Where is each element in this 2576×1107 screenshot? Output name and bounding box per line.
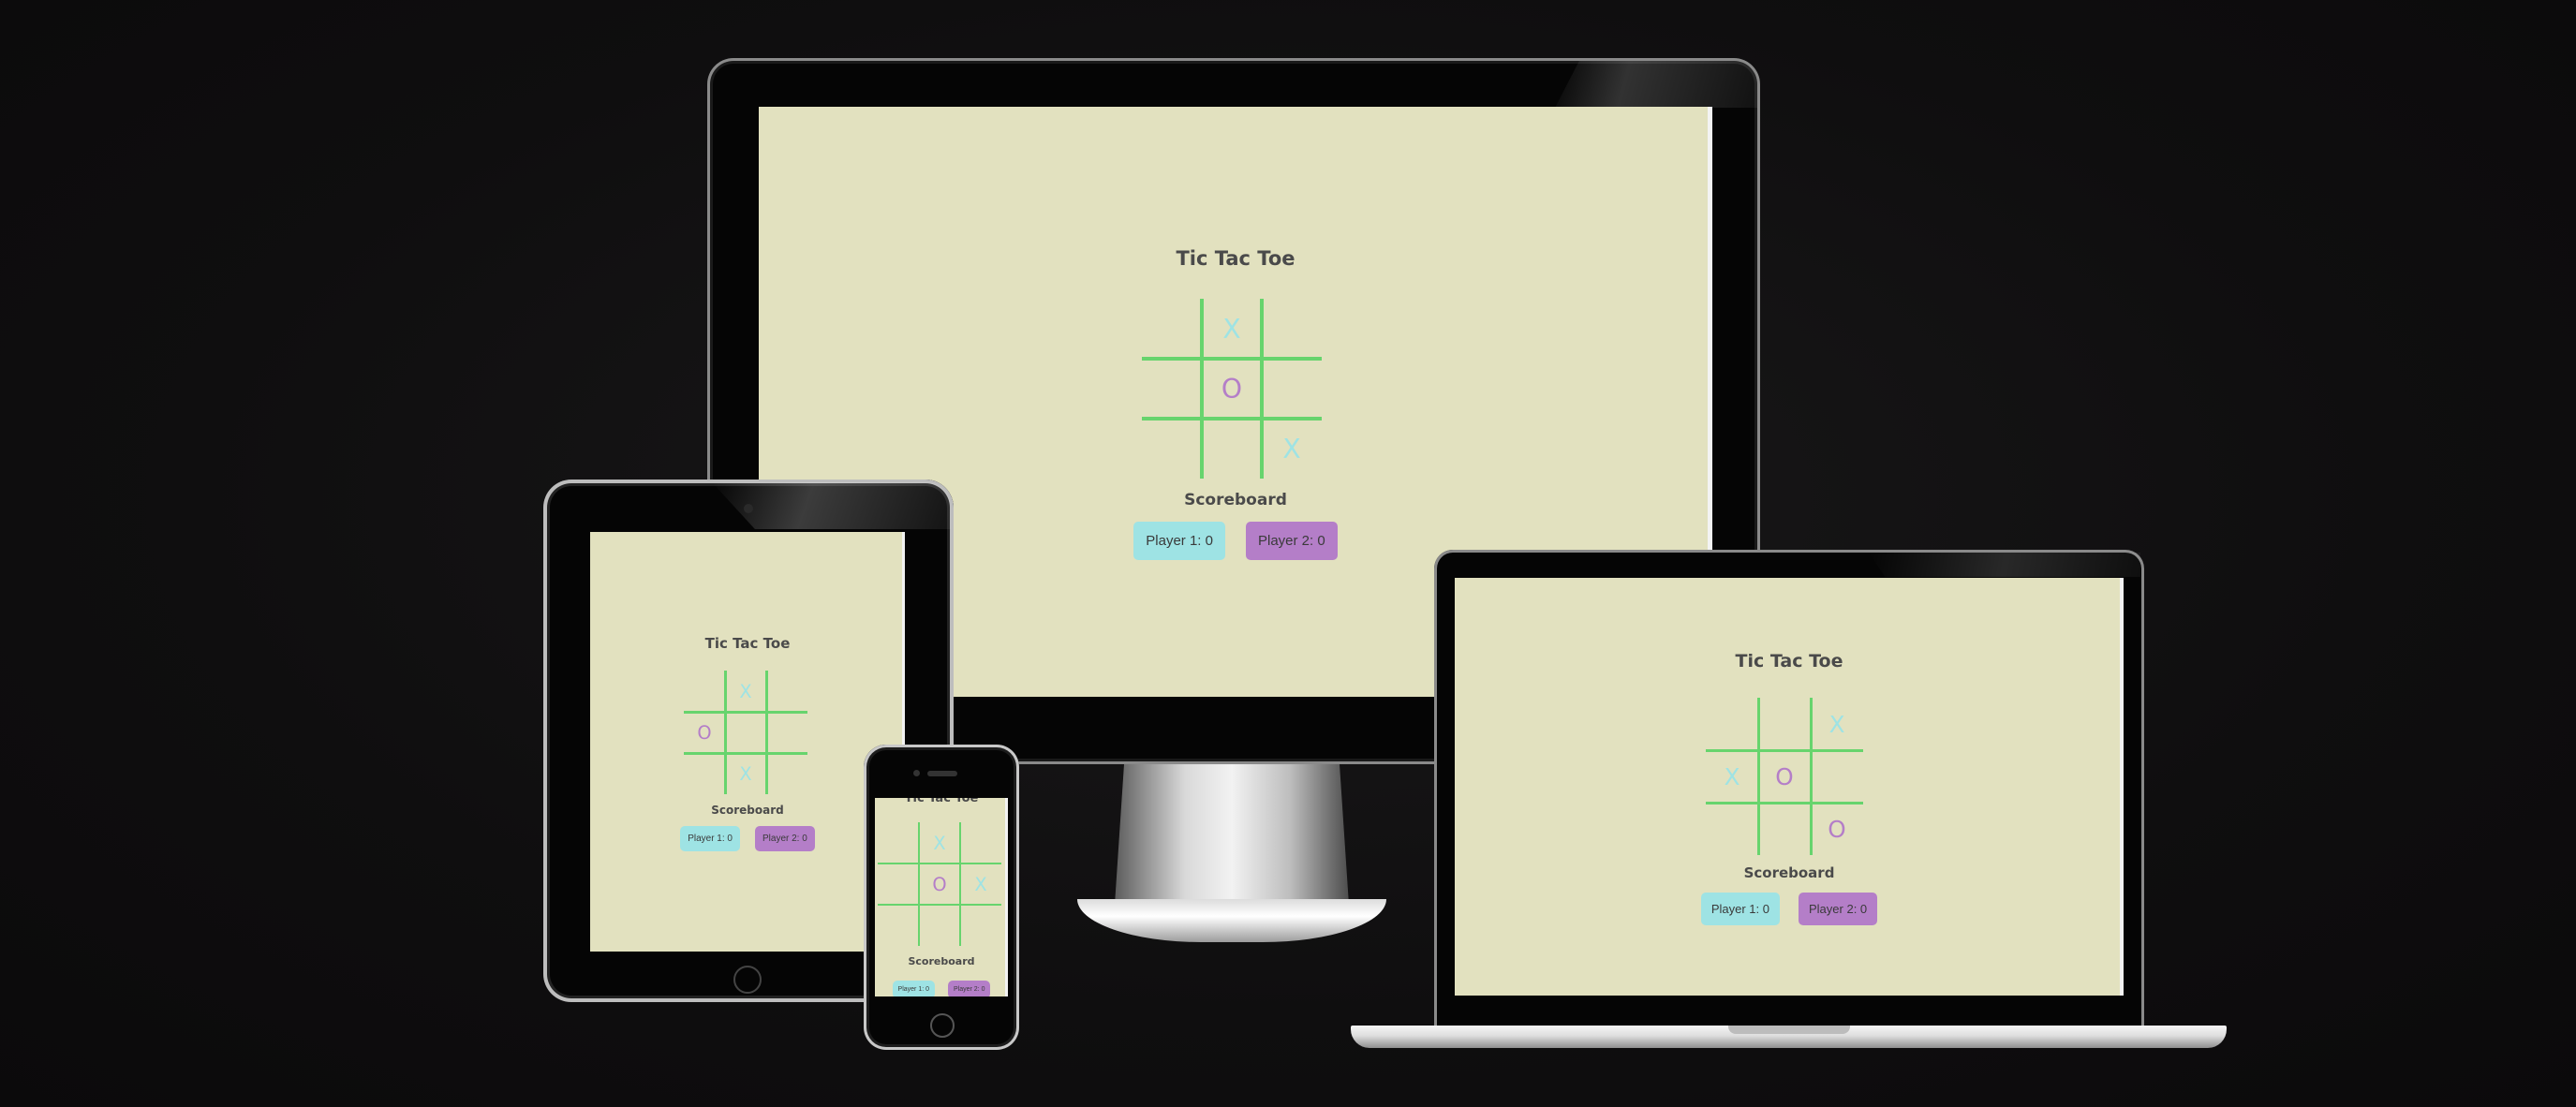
player2-score-button[interactable]: Player 2: 0 (948, 981, 991, 996)
board-cell[interactable] (766, 753, 807, 794)
monitor-glare (1555, 61, 1757, 108)
game-board: XOX (878, 822, 1001, 946)
player1-score-button[interactable]: Player 1: 0 (1700, 893, 1780, 925)
monitor-stand (1115, 764, 1349, 905)
player1-score-button[interactable]: Player 1: 0 (1133, 522, 1225, 560)
board-cell[interactable] (878, 822, 919, 863)
board-cell[interactable] (1142, 299, 1202, 359)
scoreboard-label: Scoreboard (908, 955, 975, 967)
phone-camera (913, 770, 920, 776)
phone-speaker (927, 771, 957, 776)
board-cell[interactable]: O (1811, 803, 1863, 855)
player2-score-button[interactable]: Player 2: 0 (1246, 522, 1338, 560)
board-cell[interactable]: X (725, 753, 766, 794)
player2-score-button[interactable]: Player 2: 0 (1799, 893, 1878, 925)
board-cell[interactable] (878, 863, 919, 905)
monitor-base (1077, 899, 1386, 942)
board-cell[interactable]: X (1706, 750, 1758, 803)
board-cell[interactable] (725, 712, 766, 753)
laptop-notch (1728, 1026, 1850, 1034)
board-cell[interactable] (766, 671, 807, 712)
page-title: Tic Tac Toe (704, 635, 791, 652)
laptop-scrollbar[interactable] (2120, 578, 2124, 996)
phone-home-button (930, 1013, 955, 1038)
board-cell[interactable] (960, 822, 1001, 863)
board-cell[interactable] (1262, 299, 1322, 359)
laptop-glare (1869, 553, 2140, 577)
board-cell[interactable]: X (1262, 419, 1322, 479)
player1-score-button[interactable]: Player 1: 0 (892, 981, 935, 996)
page-title: Tic Tac Toe (1176, 247, 1295, 270)
game-board: XOX (1142, 299, 1322, 479)
board-cell[interactable]: O (1202, 359, 1262, 419)
board-cell[interactable]: X (960, 863, 1001, 905)
page-title: Tic Tac Toe (904, 798, 979, 805)
board-cell[interactable]: O (1758, 750, 1811, 803)
game-board: XOX (684, 671, 807, 794)
board-cell[interactable] (1811, 750, 1863, 803)
board-cell[interactable] (1706, 698, 1758, 750)
board-cell[interactable] (1706, 803, 1758, 855)
board-cell[interactable] (960, 905, 1001, 946)
board-cell[interactable]: X (725, 671, 766, 712)
board-cell[interactable]: X (1202, 299, 1262, 359)
player1-score-button[interactable]: Player 1: 0 (680, 826, 740, 851)
board-cell[interactable] (1202, 419, 1262, 479)
player2-score-button[interactable]: Player 2: 0 (755, 826, 815, 851)
board-cell[interactable] (1142, 359, 1202, 419)
scoreboard-label: Scoreboard (1743, 864, 1835, 881)
tablet-screen: Tic Tac Toe XOX Scoreboard Player 1: 0 Pl… (590, 532, 905, 952)
phone-screen: Tic Tac Toe XOX Scoreboard Player 1: 0 Pl… (875, 798, 1008, 996)
board-cell[interactable] (878, 905, 919, 946)
page-title: Tic Tac Toe (1735, 651, 1843, 672)
board-cell[interactable]: X (919, 822, 960, 863)
board-cell[interactable]: O (919, 863, 960, 905)
board-cell[interactable] (1758, 698, 1811, 750)
board-cell[interactable] (1758, 803, 1811, 855)
board-cell[interactable]: X (1811, 698, 1863, 750)
tablet-home-button (733, 966, 762, 994)
board-cell[interactable] (684, 753, 725, 794)
board-cell[interactable]: O (684, 712, 725, 753)
board-cell[interactable] (766, 712, 807, 753)
game-board: XXOO (1706, 698, 1863, 855)
tablet-camera (744, 504, 753, 513)
board-cell[interactable] (1262, 359, 1322, 419)
board-cell[interactable] (684, 671, 725, 712)
laptop-screen: Tic Tac Toe XXOO Scoreboard Player 1: 0P… (1455, 578, 2124, 996)
scoreboard-label: Scoreboard (711, 804, 784, 817)
board-cell[interactable] (1142, 419, 1202, 479)
board-cell[interactable] (919, 905, 960, 946)
